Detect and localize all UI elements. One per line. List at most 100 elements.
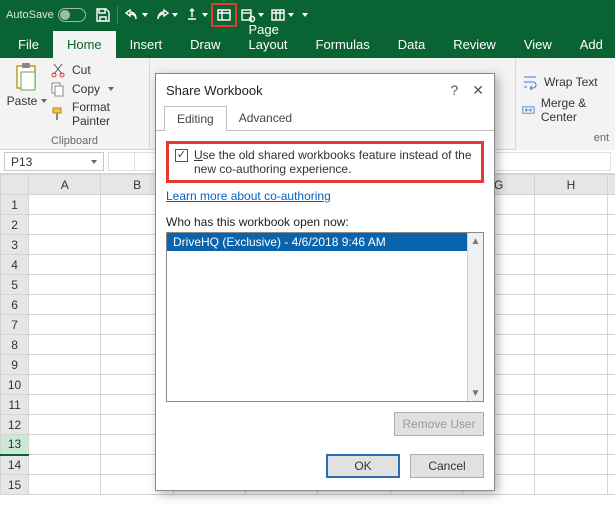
row-header[interactable]: 1	[1, 195, 29, 215]
row-header[interactable]: 3	[1, 235, 29, 255]
cell[interactable]	[535, 355, 607, 375]
cell[interactable]	[607, 195, 615, 215]
cell[interactable]	[607, 335, 615, 355]
cell[interactable]	[607, 435, 615, 455]
row-header[interactable]: 8	[1, 335, 29, 355]
list-item[interactable]: DriveHQ (Exclusive) - 4/6/2018 9:46 AM	[167, 233, 483, 251]
tab-data[interactable]: Data	[384, 31, 439, 58]
cell[interactable]	[29, 375, 101, 395]
cell[interactable]	[607, 235, 615, 255]
row-header[interactable]: 13	[1, 435, 29, 455]
name-box[interactable]: P13	[4, 152, 104, 171]
cell[interactable]	[29, 315, 101, 335]
row-header[interactable]: 9	[1, 355, 29, 375]
dialog-titlebar[interactable]: Share Workbook ? ✕	[156, 74, 494, 105]
row-header[interactable]: 14	[1, 455, 29, 475]
cell[interactable]	[607, 395, 615, 415]
qat-share-workbook-button[interactable]	[211, 3, 237, 27]
autosave-toggle[interactable]: AutoSave	[6, 8, 86, 22]
col-header[interactable]: I	[607, 175, 615, 195]
tab-draw[interactable]: Draw	[176, 31, 234, 58]
cell[interactable]	[607, 415, 615, 435]
cell[interactable]	[29, 215, 101, 235]
row-header[interactable]: 12	[1, 415, 29, 435]
col-header[interactable]: H	[535, 175, 607, 195]
cell[interactable]	[29, 295, 101, 315]
cell[interactable]	[607, 255, 615, 275]
row-header[interactable]: 4	[1, 255, 29, 275]
row-header[interactable]: 7	[1, 315, 29, 335]
cell[interactable]	[535, 235, 607, 255]
close-icon[interactable]: ✕	[472, 82, 484, 99]
tab-formulas[interactable]: Formulas	[302, 31, 384, 58]
tab-addins[interactable]: Add	[566, 31, 615, 58]
cell[interactable]	[29, 275, 101, 295]
tab-home[interactable]: Home	[53, 31, 116, 58]
cell[interactable]	[607, 215, 615, 235]
cut-button[interactable]: Cut	[50, 62, 141, 78]
scrollbar[interactable]: ▲ ▼	[467, 233, 483, 401]
cell[interactable]	[535, 475, 607, 495]
scroll-down-icon[interactable]: ▼	[468, 385, 483, 401]
tab-file[interactable]: File	[4, 31, 53, 58]
cell[interactable]	[535, 415, 607, 435]
cell[interactable]	[535, 335, 607, 355]
cell[interactable]	[535, 455, 607, 475]
cancel-button[interactable]: Cancel	[410, 454, 484, 478]
cell[interactable]	[29, 475, 101, 495]
cell[interactable]	[29, 435, 101, 455]
row-header[interactable]: 10	[1, 375, 29, 395]
cell[interactable]	[607, 295, 615, 315]
format-painter-button[interactable]: Format Painter	[50, 100, 141, 128]
tab-insert[interactable]: Insert	[116, 31, 177, 58]
cell[interactable]	[607, 375, 615, 395]
cell[interactable]	[29, 235, 101, 255]
qat-undo-button[interactable]	[121, 3, 151, 27]
row-header[interactable]: 5	[1, 275, 29, 295]
cell[interactable]	[535, 315, 607, 335]
tab-page-layout[interactable]: Page Layout	[235, 16, 302, 58]
qat-touch-mode-button[interactable]	[181, 3, 211, 27]
tab-review[interactable]: Review	[439, 31, 510, 58]
paste-button[interactable]: Paste	[8, 62, 46, 108]
help-icon[interactable]: ?	[450, 82, 458, 99]
cell[interactable]	[535, 215, 607, 235]
cell[interactable]	[607, 475, 615, 495]
cell[interactable]	[535, 275, 607, 295]
cell[interactable]	[29, 255, 101, 275]
cell[interactable]	[535, 435, 607, 455]
cell[interactable]	[29, 335, 101, 355]
row-header[interactable]: 15	[1, 475, 29, 495]
cell[interactable]	[29, 455, 101, 475]
row-header[interactable]: 2	[1, 215, 29, 235]
cell[interactable]	[607, 355, 615, 375]
use-old-shared-workbooks-checkbox[interactable]: ✓ Use the old shared workbooks feature i…	[166, 141, 484, 183]
tab-advanced[interactable]: Advanced	[227, 106, 304, 131]
tab-view[interactable]: View	[510, 31, 566, 58]
cell[interactable]	[29, 395, 101, 415]
row-header[interactable]: 6	[1, 295, 29, 315]
cell[interactable]	[29, 355, 101, 375]
tab-editing[interactable]: Editing	[164, 106, 227, 131]
qat-redo-button[interactable]	[151, 3, 181, 27]
copy-button[interactable]: Copy	[50, 81, 141, 97]
cell[interactable]	[607, 455, 615, 475]
ok-button[interactable]: OK	[326, 454, 400, 478]
select-all-corner[interactable]	[1, 175, 29, 195]
col-header[interactable]: A	[29, 175, 101, 195]
cell[interactable]	[535, 375, 607, 395]
cell[interactable]	[29, 195, 101, 215]
qat-save-button[interactable]	[92, 3, 114, 27]
cell[interactable]	[535, 295, 607, 315]
cell[interactable]	[535, 395, 607, 415]
merge-center-button[interactable]: Merge & Center	[522, 96, 609, 124]
row-header[interactable]: 11	[1, 395, 29, 415]
wrap-text-button[interactable]: Wrap Text	[522, 74, 609, 90]
cell[interactable]	[29, 415, 101, 435]
cell[interactable]	[535, 255, 607, 275]
cell[interactable]	[535, 195, 607, 215]
open-users-listbox[interactable]: DriveHQ (Exclusive) - 4/6/2018 9:46 AM ▲…	[166, 232, 484, 402]
learn-more-link[interactable]: Learn more about co-authoring	[166, 189, 331, 203]
cell[interactable]	[607, 315, 615, 335]
cell[interactable]	[607, 275, 615, 295]
